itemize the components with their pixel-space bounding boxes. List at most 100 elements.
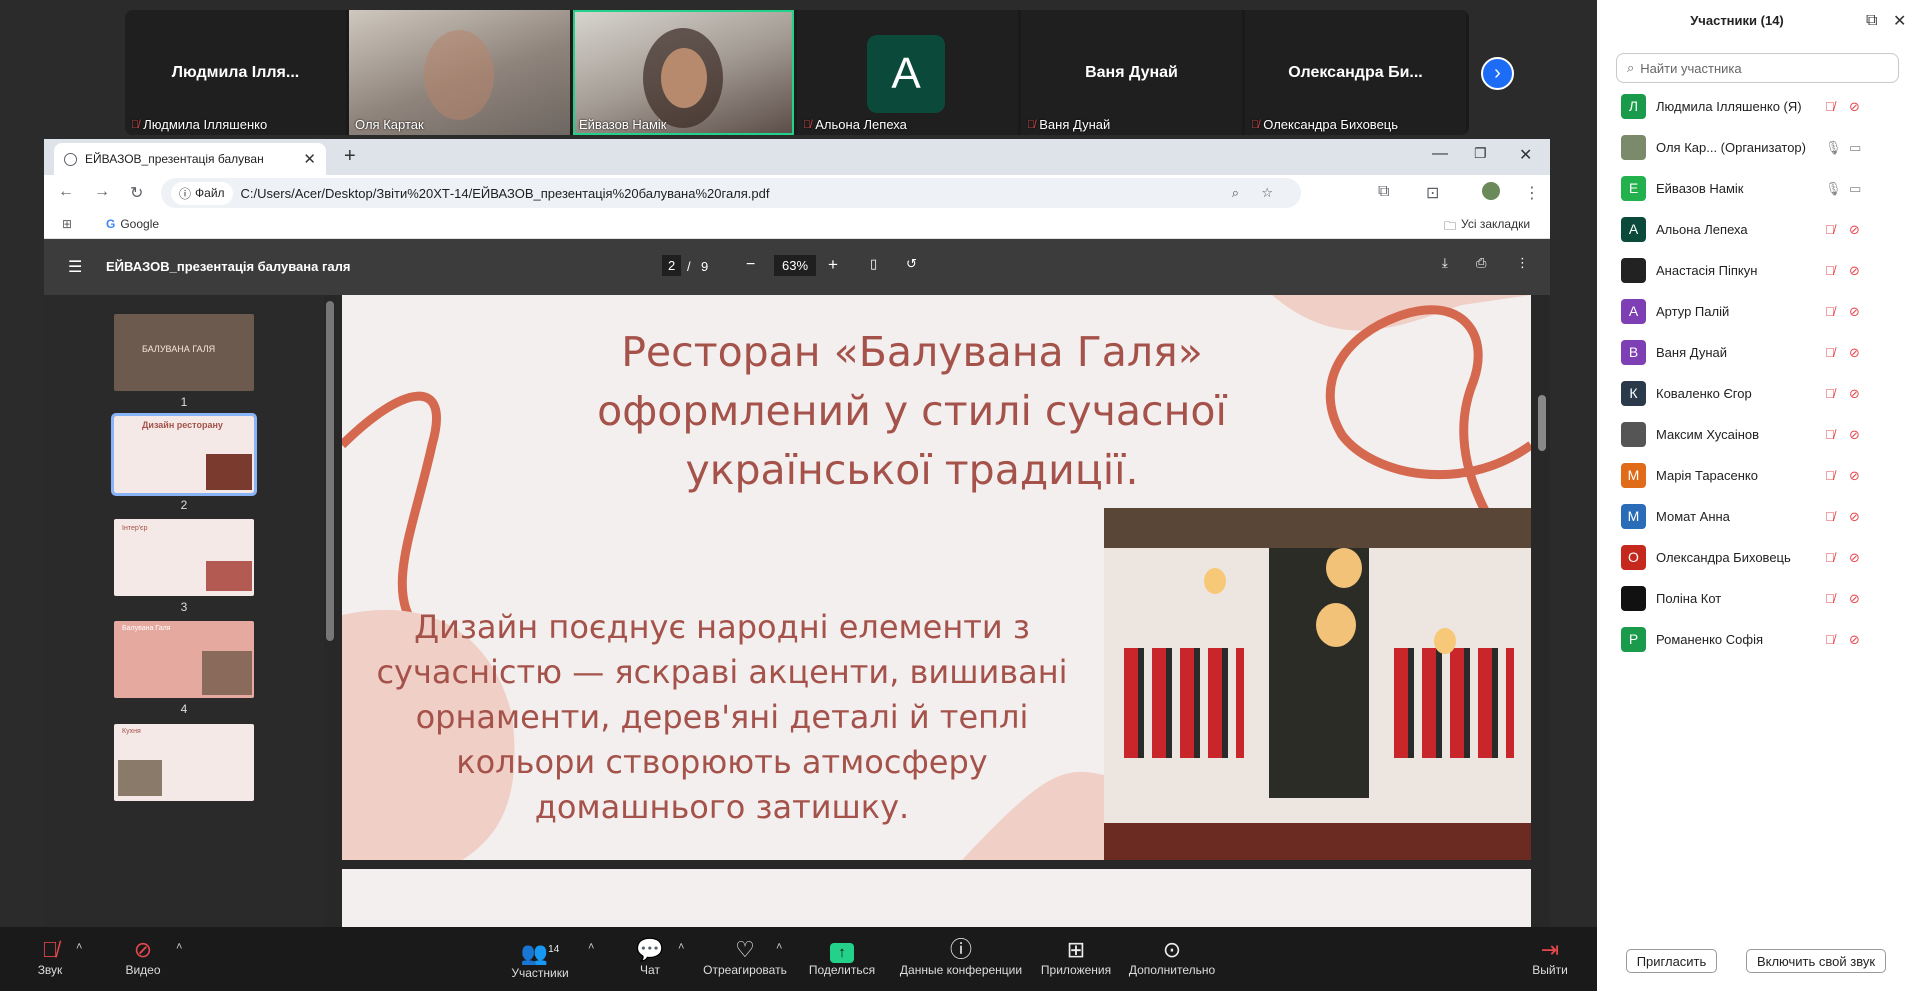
camera-off-icon[interactable]: ⊘ bbox=[1849, 550, 1860, 566]
reload-icon[interactable]: ↻ bbox=[130, 183, 143, 203]
chat-button[interactable]: 💬 Чат bbox=[630, 937, 670, 977]
tab-search-icon[interactable]: ⊡ bbox=[1426, 183, 1439, 203]
mic-off-icon[interactable]: 🎙̸ bbox=[1825, 632, 1835, 647]
camera-icon[interactable]: ▭ bbox=[1849, 181, 1861, 197]
participant-row[interactable]: М Марія Тарасенко 🎙̸ ⊘ bbox=[1597, 455, 1917, 496]
sound-button[interactable]: 🎙̸ Звук bbox=[30, 937, 70, 977]
thumbnail-page[interactable]: Кухня bbox=[114, 724, 254, 801]
forward-icon[interactable]: → bbox=[94, 183, 110, 201]
mic-off-icon[interactable]: 🎙̸ bbox=[1825, 99, 1835, 114]
camera-off-icon[interactable]: ⊘ bbox=[1849, 468, 1860, 484]
mic-icon[interactable]: 🎙 bbox=[1825, 140, 1842, 156]
video-tile[interactable]: Оля Картак bbox=[349, 10, 570, 135]
video-tile[interactable]: A 🎙̸ Альона Лепеха bbox=[797, 10, 1018, 135]
search-input[interactable]: ⌕ Найти участника bbox=[1616, 53, 1899, 83]
camera-off-icon[interactable]: ⊘ bbox=[1849, 304, 1860, 320]
minimize-icon[interactable]: — bbox=[1432, 145, 1448, 163]
rotate-icon[interactable]: ↺ bbox=[906, 256, 917, 272]
thumbnail-page[interactable]: БАЛУВАНА ГАЛЯ bbox=[114, 314, 254, 391]
all-bookmarks[interactable]: 🗀 Усі закладки bbox=[1444, 217, 1530, 238]
profile-avatar[interactable] bbox=[1482, 182, 1500, 200]
mic-off-icon[interactable]: 🎙̸ bbox=[1825, 468, 1835, 483]
mic-off-icon[interactable]: 🎙̸ bbox=[1825, 386, 1835, 401]
mic-off-icon[interactable]: 🎙̸ bbox=[1825, 304, 1835, 319]
mic-icon[interactable]: 🎙 bbox=[1825, 181, 1842, 197]
browser-tab[interactable]: ЕЙВАЗОВ_презентація балуван ✕ bbox=[54, 143, 326, 175]
participant-row[interactable]: В Ваня Дунай 🎙̸ ⊘ bbox=[1597, 332, 1917, 373]
page-number-input[interactable]: 2 bbox=[662, 255, 682, 276]
chevron-up-icon[interactable]: ˄ bbox=[76, 941, 82, 953]
mic-off-icon[interactable]: 🎙̸ bbox=[1825, 550, 1835, 565]
next-page-arrow-icon[interactable]: › bbox=[1481, 57, 1514, 90]
bookmark-google[interactable]: G Google bbox=[106, 217, 159, 231]
participant-row[interactable]: А Альона Лепеха 🎙̸ ⊘ bbox=[1597, 209, 1917, 250]
camera-off-icon[interactable]: ⊘ bbox=[1849, 591, 1860, 607]
thumbnail-scrollbar[interactable] bbox=[326, 301, 334, 641]
mic-off-icon[interactable]: 🎙̸ bbox=[1825, 427, 1835, 442]
apps-button[interactable]: ⊞ Приложения bbox=[1038, 937, 1114, 977]
zoom-icon[interactable]: ⌕ bbox=[1232, 185, 1239, 201]
camera-off-icon[interactable]: ⊘ bbox=[1849, 263, 1860, 279]
video-button[interactable]: ⊘ Видео bbox=[122, 937, 164, 977]
print-icon[interactable]: ⎙ bbox=[1476, 255, 1486, 271]
star-icon[interactable]: ☆ bbox=[1261, 185, 1273, 201]
meeting-info-button[interactable]: ⓘ Данные конференции bbox=[898, 937, 1024, 977]
camera-off-icon[interactable]: ⊘ bbox=[1849, 632, 1860, 648]
camera-off-icon[interactable]: ⊘ bbox=[1849, 386, 1860, 402]
camera-off-icon[interactable]: ⊘ bbox=[1849, 345, 1860, 361]
chevron-up-icon[interactable]: ˄ bbox=[588, 941, 594, 953]
camera-off-icon[interactable]: ⊘ bbox=[1849, 427, 1860, 443]
mic-off-icon[interactable]: 🎙̸ bbox=[1825, 345, 1835, 360]
thumbnail-page[interactable]: Інтер'єр bbox=[114, 519, 254, 596]
more-options-icon[interactable]: ⋮ bbox=[1516, 255, 1529, 271]
mic-off-icon[interactable]: 🎙̸ bbox=[1825, 591, 1835, 606]
apps-grid-icon[interactable]: ⊞ bbox=[62, 217, 72, 231]
back-icon[interactable]: ← bbox=[58, 183, 74, 201]
page-scrollbar[interactable] bbox=[1538, 395, 1546, 451]
participant-row[interactable]: К Коваленко Єгор 🎙̸ ⊘ bbox=[1597, 373, 1917, 414]
participant-row[interactable]: Е Ейвазов Намік 🎙 ▭ bbox=[1597, 168, 1917, 209]
camera-off-icon[interactable]: ⊘ bbox=[1849, 222, 1860, 238]
more-button[interactable]: ⊙ Дополнительно bbox=[1126, 937, 1218, 977]
share-button[interactable]: ↑ Поделиться bbox=[806, 937, 878, 977]
new-tab-icon[interactable]: + bbox=[344, 145, 356, 168]
chevron-up-icon[interactable]: ˄ bbox=[678, 941, 684, 953]
video-tile[interactable]: Людмила Ілля... 🎙̸ Людмила Ілляшенко bbox=[125, 10, 346, 135]
restore-icon[interactable]: ❐ bbox=[1474, 145, 1487, 162]
zoom-in-icon[interactable]: + bbox=[828, 255, 838, 275]
site-info-chip[interactable]: ⓘ Файл bbox=[171, 181, 233, 205]
mic-off-icon[interactable]: 🎙̸ bbox=[1825, 263, 1835, 278]
fit-page-icon[interactable]: ▯ bbox=[870, 256, 877, 272]
close-tab-icon[interactable]: ✕ bbox=[303, 150, 316, 168]
invite-button[interactable]: Пригласить bbox=[1626, 949, 1717, 973]
participants-button[interactable]: 👥14 Участники bbox=[508, 937, 572, 980]
address-bar[interactable]: ⓘ Файл C:/Users/Acer/Desktop/Звіти%20ХТ-1… bbox=[161, 178, 1301, 208]
video-tile-active-speaker[interactable]: Ейвазов Намік bbox=[573, 10, 794, 135]
zoom-out-icon[interactable]: − bbox=[746, 256, 755, 274]
participant-row[interactable]: Поліна Кот 🎙̸ ⊘ bbox=[1597, 578, 1917, 619]
participant-row[interactable]: Оля Кар... (Организатор) 🎙 ▭ bbox=[1597, 127, 1917, 168]
leave-button[interactable]: ⇥ Выйти bbox=[1530, 937, 1570, 977]
participant-row[interactable]: Максим Хусаінов 🎙̸ ⊘ bbox=[1597, 414, 1917, 455]
menu-dots-icon[interactable]: ⋮ bbox=[1524, 183, 1540, 203]
chevron-up-icon[interactable]: ˄ bbox=[176, 941, 182, 953]
participant-row[interactable]: О Олександра Биховець 🎙̸ ⊘ bbox=[1597, 537, 1917, 578]
extensions-icon[interactable]: ⧉ bbox=[1378, 183, 1389, 201]
thumbnail-page-selected[interactable]: Дизайн ресторану bbox=[111, 413, 257, 496]
video-tile[interactable]: Олександра Би... 🎙̸ Олександра Биховець bbox=[1245, 10, 1466, 135]
thumbnail-page[interactable]: Балувана Галя bbox=[114, 621, 254, 698]
video-tile[interactable]: Ваня Дунай 🎙̸ Ваня Дунай bbox=[1021, 10, 1242, 135]
download-icon[interactable]: ⤓ bbox=[1442, 255, 1448, 271]
close-panel-icon[interactable]: ✕ bbox=[1893, 11, 1906, 31]
camera-off-icon[interactable]: ⊘ bbox=[1849, 99, 1860, 115]
zoom-input[interactable]: 63% bbox=[774, 255, 817, 276]
unmute-button[interactable]: Включить свой звук bbox=[1746, 949, 1886, 973]
close-window-icon[interactable]: ✕ bbox=[1519, 145, 1532, 165]
participant-row[interactable]: Анастасія Піпкун 🎙̸ ⊘ bbox=[1597, 250, 1917, 291]
participant-row[interactable]: Р Романенко Софія 🎙̸ ⊘ bbox=[1597, 619, 1917, 660]
camera-icon[interactable]: ▭ bbox=[1849, 140, 1861, 156]
participant-row[interactable]: М Момат Анна 🎙̸ ⊘ bbox=[1597, 496, 1917, 537]
participant-row[interactable]: А Артур Палій 🎙̸ ⊘ bbox=[1597, 291, 1917, 332]
sidebar-menu-icon[interactable]: ☰ bbox=[68, 257, 82, 277]
mic-off-icon[interactable]: 🎙̸ bbox=[1825, 222, 1835, 237]
